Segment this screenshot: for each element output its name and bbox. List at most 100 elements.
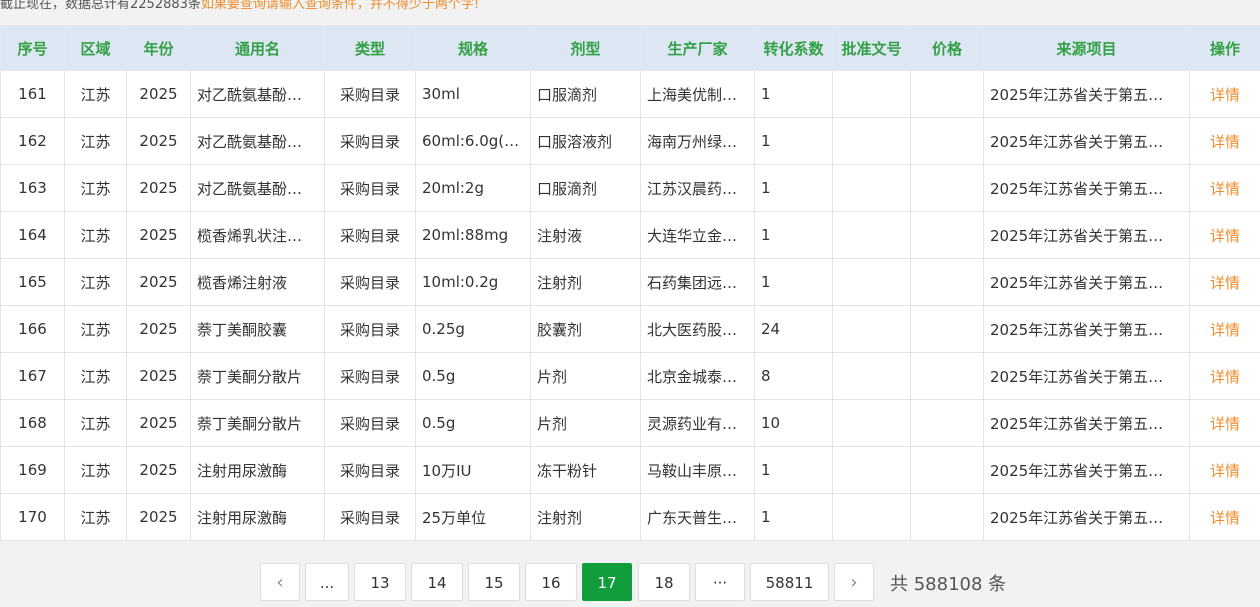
cell-name: 注射用尿激酶 [191,494,325,541]
detail-link[interactable]: 详情 [1190,71,1260,118]
table-row: 161江苏2025对乙酰氨基酚…采购目录30ml口服滴剂上海美优制…12025年… [1,71,1260,118]
table-body: 161江苏2025对乙酰氨基酚…采购目录30ml口服滴剂上海美优制…12025年… [1,71,1260,541]
cell-seq: 161 [1,71,65,118]
cell-maker: 北京金城泰… [641,353,755,400]
drug-catalog-table: 序号区域年份通用名类型规格剂型生产厂家转化系数批准文号价格来源项目操作 161江… [0,25,1260,541]
detail-link[interactable]: 详情 [1190,447,1260,494]
detail-link[interactable]: 详情 [1190,494,1260,541]
prev-page-button[interactable]: ‹ [260,563,300,601]
detail-link[interactable]: 详情 [1190,165,1260,212]
cell-approval [833,165,911,212]
pagination: ‹...131415161718···58811› 共 588108 条 [0,563,1260,603]
cell-seq: 168 [1,400,65,447]
cell-approval [833,306,911,353]
cell-type: 采购目录 [325,118,416,165]
cell-type: 采购目录 [325,447,416,494]
column-header: 批准文号 [833,26,911,71]
cell-seq: 163 [1,165,65,212]
cell-region: 江苏 [65,165,127,212]
detail-link[interactable]: 详情 [1190,212,1260,259]
cell-form: 胶囊剂 [531,306,641,353]
cell-type: 采购目录 [325,494,416,541]
column-header: 操作 [1190,26,1260,71]
notice-warning-text: 如果要查询请输入查询条件，并不得少于两个字! [201,0,479,12]
cell-name: 注射用尿激酶 [191,447,325,494]
cell-region: 江苏 [65,447,127,494]
table-row: 169江苏2025注射用尿激酶采购目录10万IU冻干粉针马鞍山丰原…12025年… [1,447,1260,494]
cell-source: 2025年江苏省关于第五… [984,71,1190,118]
cell-type: 采购目录 [325,165,416,212]
page-button-current[interactable]: 17 [582,563,632,601]
cell-form: 片剂 [531,400,641,447]
cell-factor: 1 [755,118,833,165]
header-row: 序号区域年份通用名类型规格剂型生产厂家转化系数批准文号价格来源项目操作 [1,26,1260,71]
cell-factor: 10 [755,400,833,447]
page-ellipsis[interactable]: ··· [695,563,745,601]
cell-factor: 1 [755,165,833,212]
cell-approval [833,353,911,400]
cell-seq: 164 [1,212,65,259]
cell-name: 对乙酰氨基酚… [191,118,325,165]
cell-factor: 1 [755,212,833,259]
cell-price [911,353,984,400]
table-row: 165江苏2025榄香烯注射液采购目录10ml:0.2g注射剂石药集团远…120… [1,259,1260,306]
cell-source: 2025年江苏省关于第五… [984,259,1190,306]
page-button[interactable]: 14 [411,563,463,601]
cell-spec: 30ml [416,71,531,118]
cell-form: 口服滴剂 [531,71,641,118]
detail-link[interactable]: 详情 [1190,259,1260,306]
cell-price [911,212,984,259]
page-button[interactable]: 16 [525,563,577,601]
cell-spec: 0.25g [416,306,531,353]
cell-name: 萘丁美酮胶囊 [191,306,325,353]
column-header: 转化系数 [755,26,833,71]
cell-year: 2025 [127,71,191,118]
cell-year: 2025 [127,353,191,400]
column-header: 类型 [325,26,416,71]
page-button[interactable]: 18 [638,563,690,601]
detail-link[interactable]: 详情 [1190,118,1260,165]
page-button[interactable]: 15 [468,563,520,601]
last-page-button[interactable]: 58811 [750,563,829,601]
cell-seq: 162 [1,118,65,165]
detail-link[interactable]: 详情 [1190,306,1260,353]
cell-seq: 165 [1,259,65,306]
column-header: 通用名 [191,26,325,71]
cell-region: 江苏 [65,259,127,306]
column-header: 序号 [1,26,65,71]
cell-form: 口服滴剂 [531,165,641,212]
page-button[interactable]: 13 [354,563,406,601]
cell-factor: 8 [755,353,833,400]
column-header: 价格 [911,26,984,71]
data-count-notice: 截止现在，数据总计有2252883条如果要查询请输入查询条件，并不得少于两个字! [0,0,479,12]
cell-factor: 1 [755,259,833,306]
column-header: 剂型 [531,26,641,71]
cell-source: 2025年江苏省关于第五… [984,400,1190,447]
cell-region: 江苏 [65,306,127,353]
cell-source: 2025年江苏省关于第五… [984,306,1190,353]
cell-spec: 25万单位 [416,494,531,541]
cell-form: 注射剂 [531,494,641,541]
cell-maker: 海南万州绿… [641,118,755,165]
cell-factor: 1 [755,494,833,541]
cell-maker: 广东天普生… [641,494,755,541]
table-row: 162江苏2025对乙酰氨基酚…采购目录60ml:6.0g(…口服溶液剂海南万州… [1,118,1260,165]
cell-year: 2025 [127,306,191,353]
page-ellipsis[interactable]: ... [305,563,349,601]
cell-spec: 60ml:6.0g(… [416,118,531,165]
cell-maker: 大连华立金… [641,212,755,259]
table-row: 163江苏2025对乙酰氨基酚…采购目录20ml:2g口服滴剂江苏汉晨药…120… [1,165,1260,212]
cell-seq: 167 [1,353,65,400]
cell-name: 萘丁美酮分散片 [191,400,325,447]
detail-link[interactable]: 详情 [1190,400,1260,447]
cell-approval [833,118,911,165]
cell-maker: 北大医药股… [641,306,755,353]
column-header: 年份 [127,26,191,71]
cell-spec: 10ml:0.2g [416,259,531,306]
detail-link[interactable]: 详情 [1190,353,1260,400]
column-header: 区域 [65,26,127,71]
cell-approval [833,259,911,306]
table-row: 170江苏2025注射用尿激酶采购目录25万单位注射剂广东天普生…12025年江… [1,494,1260,541]
cell-approval [833,447,911,494]
next-page-button[interactable]: › [834,563,874,601]
